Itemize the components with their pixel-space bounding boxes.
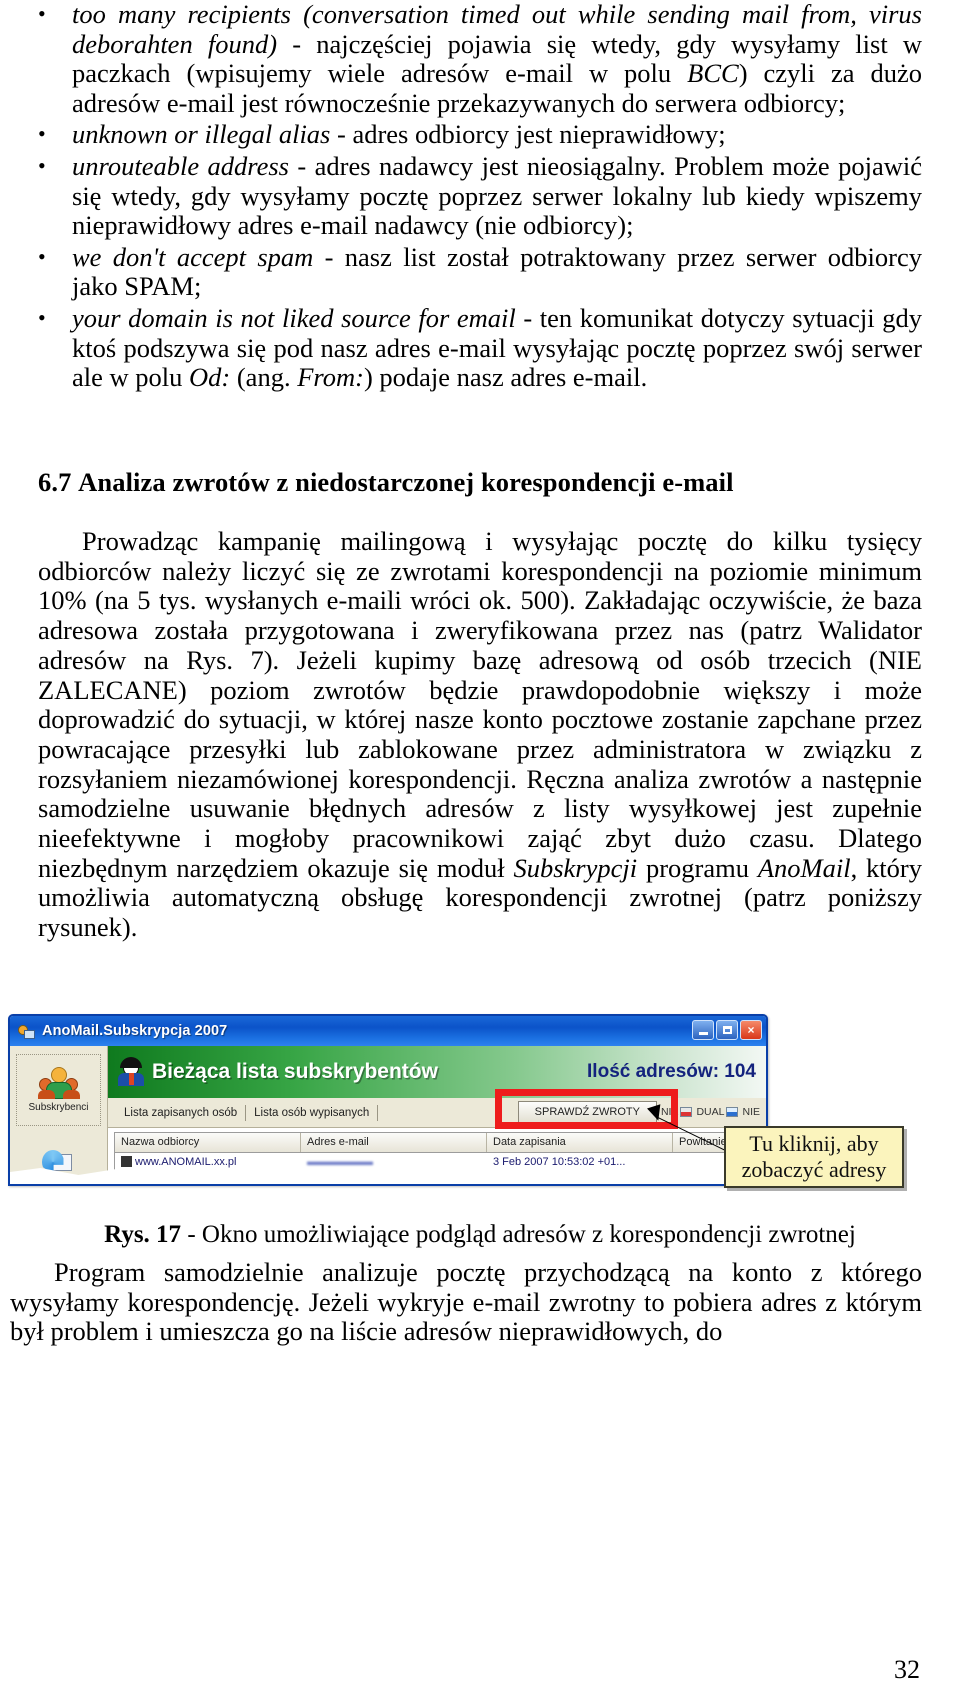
table-header-row: Nazwa odbiorcy Adres e-mail Data zapisan… xyxy=(115,1133,759,1153)
close-icon[interactable]: × xyxy=(740,1020,762,1040)
bullet-term: unrouteable address xyxy=(72,150,289,181)
bullet-term: unknown or illegal alias xyxy=(72,119,331,150)
paragraph-text-after: Program samodzielnie analizuje pocztę pr… xyxy=(10,1257,922,1347)
flag-icon-2 xyxy=(726,1107,739,1117)
list-item: your domain is not liked source for emai… xyxy=(0,302,960,393)
figure-caption-text: - Okno umożliwiające podgląd adresów z k… xyxy=(181,1221,856,1248)
flag-icon-1 xyxy=(680,1107,693,1117)
address-count-label: Ilość adresów: 104 xyxy=(587,1061,756,1082)
flag-label-2: DUAL xyxy=(696,1106,725,1118)
bullet-term: we don't accept spam xyxy=(72,241,314,272)
column-header-email[interactable]: Adres e-mail xyxy=(301,1133,487,1152)
tab-strip: Lista zapisanych osób Lista osób wypisan… xyxy=(108,1098,766,1128)
section-number: 6.7 xyxy=(38,467,72,497)
app-users-icon xyxy=(18,1023,35,1040)
tab-lista-wypisanych[interactable]: Lista osób wypisanych xyxy=(246,1104,379,1121)
sidebar-item-label: Subskrybenci xyxy=(28,1102,89,1113)
banner-title: Bieżąca lista subskrybentów xyxy=(152,1060,438,1083)
paragraph-text: Prowadząc kampanię mailingową i wysyłają… xyxy=(38,526,922,883)
bullet-term: your domain is not liked source for emai… xyxy=(72,302,516,333)
table-row[interactable]: www.ANOMAIL.xx.pl ▬▬▬▬▬▬ 3 Feb 2007 10:5… xyxy=(115,1153,759,1170)
figure-caption: Rys. 17 - Okno umożliwiające podgląd adr… xyxy=(0,1221,960,1249)
tab-lista-zapisanych[interactable]: Lista zapisanych osób xyxy=(116,1104,247,1121)
body-paragraph-intro: Prowadząc kampanię mailingową i wysyłają… xyxy=(38,526,922,943)
minimize-icon[interactable] xyxy=(692,1020,714,1040)
window-controls: × xyxy=(692,1020,762,1040)
cell-name-text: www.ANOMAIL.xx.pl xyxy=(135,1155,237,1168)
section-heading: 6.7 Analiza zwrotów z niedostarczonej ko… xyxy=(38,467,928,497)
flag-label-3: NIE xyxy=(742,1106,760,1118)
list-item: we don't accept spam - nasz list został … xyxy=(0,241,960,302)
list-item: unknown or illegal alias - adres odbiorc… xyxy=(0,119,960,150)
cell-date: 3 Feb 2007 10:53:02 +01... xyxy=(493,1155,626,1168)
toolbar-flag-item-2[interactable]: DUAL xyxy=(696,1106,739,1118)
sidebar: Subskrybenci xyxy=(10,1046,108,1184)
paragraph-text-b: programu xyxy=(637,852,758,883)
bullet-term-inline: BCC xyxy=(687,58,739,89)
toolbar: SPRAWDŹ ZWROTY NIE DUAL NIE xyxy=(517,1101,760,1123)
people-group-icon xyxy=(37,1067,80,1099)
cell-name: www.ANOMAIL.xx.pl xyxy=(115,1156,301,1168)
section-title: Analiza zwrotów z niedostarczonej koresp… xyxy=(78,467,734,497)
callout-line-1: Tu kliknij, aby xyxy=(749,1131,879,1156)
bullet-term-inline-2: From: xyxy=(297,362,364,393)
figure-label: Rys. 17 xyxy=(104,1221,182,1248)
list-item: too many recipients (conversation timed … xyxy=(0,0,960,118)
bullet-text-cont-2: ) podaje nasz adres e-mail. xyxy=(363,362,648,393)
bullet-text-cont: (ang. xyxy=(230,362,298,393)
column-header-date[interactable]: Data zapisania xyxy=(487,1133,673,1152)
window-title: AnoMail.Subskrypcja 2007 xyxy=(42,1023,228,1039)
document-page: too many recipients (conversation timed … xyxy=(0,0,960,1703)
emphasis-subskrypcji: Subskrypcji xyxy=(513,852,638,883)
emphasis-anomail: AnoMail xyxy=(757,852,851,883)
sidebar-item-subskrybenci[interactable]: Subskrybenci xyxy=(16,1054,101,1126)
banner: Bieżąca lista subskrybentów Ilość adresó… xyxy=(108,1046,766,1098)
toolbar-flag-item-1[interactable]: NIE xyxy=(661,1106,693,1118)
bullet-term-inline: Od: xyxy=(189,362,231,393)
column-header-name[interactable]: Nazwa odbiorcy xyxy=(115,1133,301,1152)
person-avatar-icon xyxy=(116,1057,146,1087)
error-message-bullet-list: too many recipients (conversation timed … xyxy=(0,0,960,395)
maximize-icon[interactable] xyxy=(716,1020,738,1040)
window-titlebar: AnoMail.Subskrypcja 2007 × xyxy=(10,1016,766,1046)
main-panel: Bieżąca lista subskrybentów Ilość adresó… xyxy=(108,1046,766,1184)
check-returns-button[interactable]: SPRAWDŹ ZWROTY xyxy=(517,1101,657,1123)
app-window: AnoMail.Subskrypcja 2007 × Subskrybenci … xyxy=(8,1014,768,1186)
body-paragraph-after-figure: Program samodzielnie analizuje pocztę pr… xyxy=(10,1257,922,1347)
page-number: 32 xyxy=(894,1655,920,1684)
callout-line-2: zobaczyć adresy xyxy=(741,1157,887,1182)
contact-icon xyxy=(121,1156,132,1167)
list-item: unrouteable address - adres nadawcy jest… xyxy=(0,150,960,241)
toolbar-flag-item-3[interactable]: NIE xyxy=(742,1106,760,1118)
bullet-text: - adres odbiorcy jest nieprawidłowy; xyxy=(330,119,726,150)
callout-tooltip: Tu kliknij, aby zobaczyć adresy xyxy=(724,1126,904,1188)
cell-email: ▬▬▬▬▬▬ xyxy=(307,1155,373,1168)
figure-screenshot: AnoMail.Subskrypcja 2007 × Subskrybenci … xyxy=(8,1014,908,1199)
